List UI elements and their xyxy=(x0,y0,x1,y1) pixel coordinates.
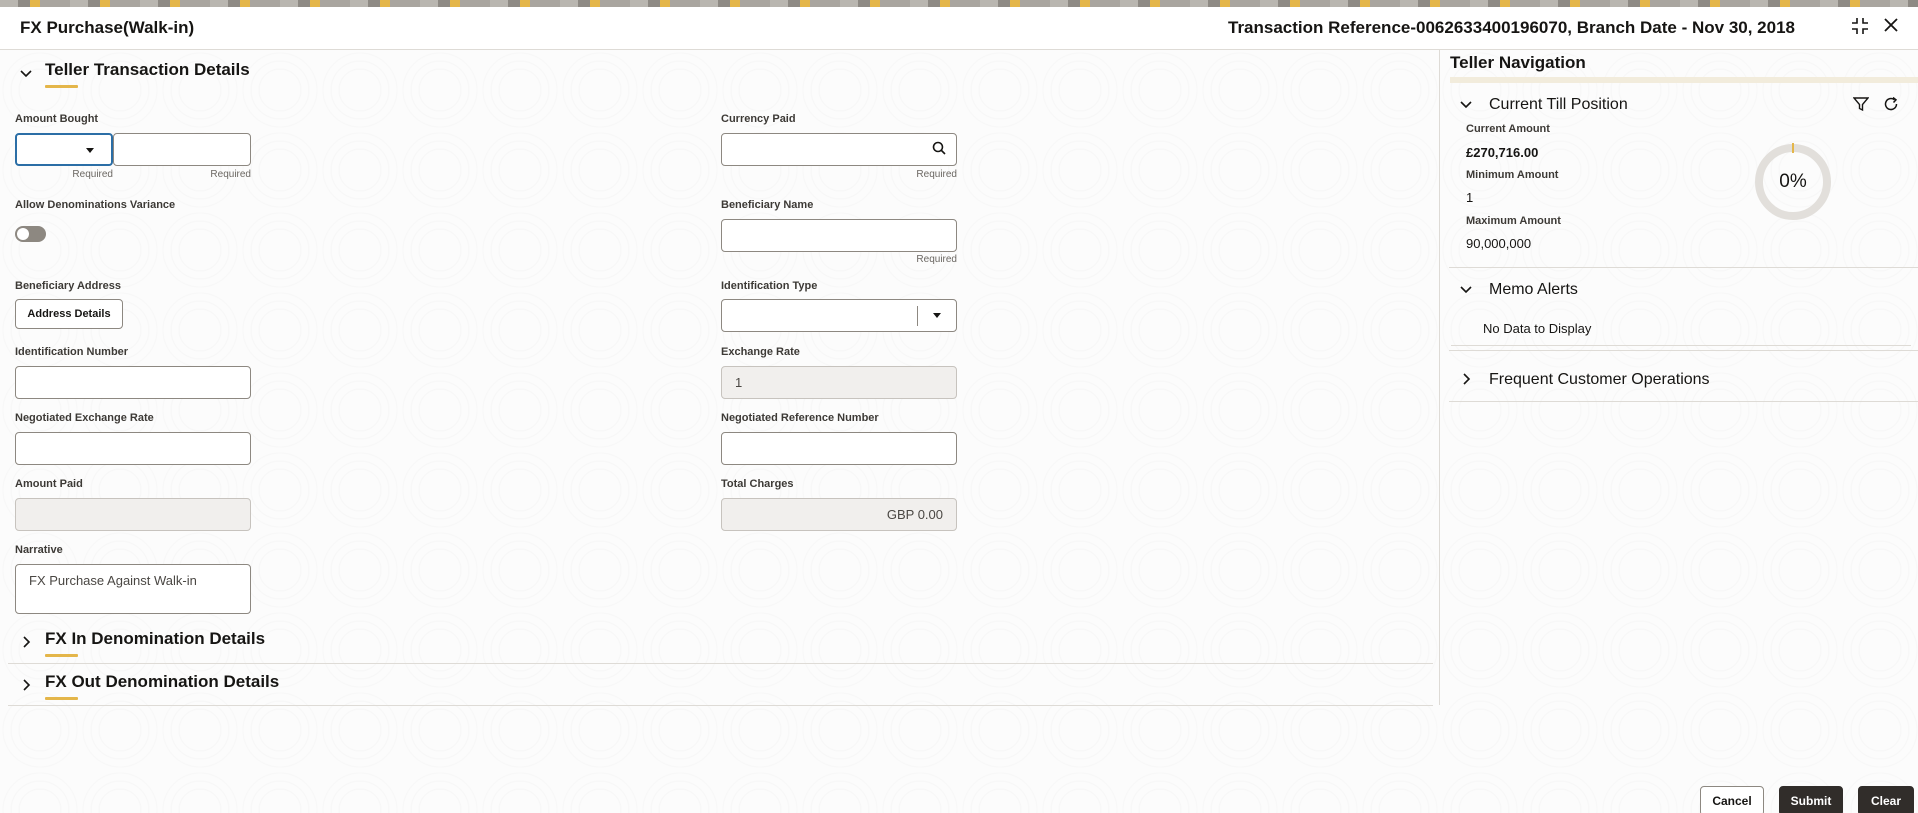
current-amount-value: £270,716.00 xyxy=(1466,145,1539,160)
allow-variance-label: Allow Denominations Variance xyxy=(15,199,176,211)
identification-type-label: Identification Type xyxy=(721,280,818,292)
chevron-right-icon[interactable] xyxy=(1458,372,1474,389)
required-hint: Required xyxy=(916,169,957,180)
collapse-icon[interactable] xyxy=(1849,16,1871,38)
amount-paid-label: Amount Paid xyxy=(15,478,83,490)
negotiated-reference-number-input[interactable] xyxy=(721,432,957,465)
teller-navigation-bar xyxy=(1450,77,1918,83)
total-charges-label: Total Charges xyxy=(721,478,794,490)
negotiated-reference-number-label: Negotiated Reference Number xyxy=(721,412,879,424)
minimum-amount-label: Minimum Amount xyxy=(1466,169,1559,181)
group-title: Memo Alerts xyxy=(1489,281,1578,298)
group-title: Current Till Position xyxy=(1489,96,1628,113)
refresh-icon[interactable] xyxy=(1881,96,1901,117)
teller-navigation-title: Teller Navigation xyxy=(1450,53,1586,72)
chevron-down-icon[interactable] xyxy=(18,66,34,83)
negotiated-exchange-rate-input[interactable] xyxy=(15,432,251,465)
identification-number-input[interactable] xyxy=(15,366,251,399)
section-fx-out-denomination[interactable]: FX Out Denomination Details xyxy=(14,672,1434,706)
toggle-knob xyxy=(17,228,29,240)
chevron-down-icon[interactable] xyxy=(1458,97,1474,114)
amount-bought-label: Amount Bought xyxy=(15,113,99,125)
exchange-rate-label: Exchange Rate xyxy=(721,346,800,358)
amount-bought-currency-select[interactable] xyxy=(15,133,113,166)
chevron-right-icon[interactable] xyxy=(18,678,34,695)
search-icon[interactable] xyxy=(932,135,946,166)
address-details-button[interactable]: Address Details xyxy=(15,299,123,329)
memo-empty-message: No Data to Display xyxy=(1483,321,1592,336)
frequent-customer-operations-header[interactable]: Frequent Customer Operations xyxy=(1450,370,1910,394)
close-icon[interactable] xyxy=(1880,16,1902,38)
minimum-amount-value: 1 xyxy=(1466,190,1474,205)
till-usage-percent: 0% xyxy=(1779,171,1807,192)
main-panel: Teller Transaction Details Amount Bought… xyxy=(0,50,1440,706)
group-divider xyxy=(1451,345,1911,346)
required-hint: Required xyxy=(72,169,113,180)
chevron-down-icon[interactable] xyxy=(1458,282,1474,299)
select-divider xyxy=(917,306,918,326)
chevron-right-icon[interactable] xyxy=(18,635,34,652)
maximum-amount-label: Maximum Amount xyxy=(1466,215,1561,227)
section-divider xyxy=(8,663,1433,664)
allow-variance-toggle[interactable] xyxy=(15,226,46,242)
section-fx-in-denomination[interactable]: FX In Denomination Details xyxy=(14,629,1434,663)
top-decor-strip xyxy=(0,0,1918,7)
filter-icon[interactable] xyxy=(1851,96,1871,117)
cancel-button[interactable]: Cancel xyxy=(1700,786,1764,813)
currency-paid-label: Currency Paid xyxy=(721,113,796,125)
caret-down-icon xyxy=(85,135,95,166)
amount-bought-input[interactable] xyxy=(113,133,251,166)
currency-paid-input[interactable] xyxy=(721,133,957,166)
section-teller-transaction-details[interactable]: Teller Transaction Details xyxy=(14,60,1434,94)
identification-type-select[interactable] xyxy=(721,299,957,332)
section-title: FX In Denomination Details xyxy=(45,629,266,648)
total-charges-field: GBP 0.00 xyxy=(721,498,957,531)
current-amount-label: Current Amount xyxy=(1466,123,1550,135)
group-divider xyxy=(1449,350,1918,351)
page-title: FX Purchase(Walk-in) xyxy=(20,18,195,37)
beneficiary-address-label: Beneficiary Address xyxy=(15,280,121,292)
narrative-label: Narrative xyxy=(15,544,63,556)
clear-button[interactable]: Clear xyxy=(1858,786,1914,813)
section-title: FX Out Denomination Details xyxy=(45,672,280,691)
transaction-reference: Transaction Reference-0062633400196070, … xyxy=(1228,18,1795,37)
required-hint: Required xyxy=(210,169,251,180)
teller-navigation-panel: Teller Navigation Current Till Position … xyxy=(1441,50,1918,705)
amount-paid-field xyxy=(15,498,251,531)
group-divider xyxy=(1449,267,1918,268)
required-hint: Required xyxy=(916,254,957,265)
negotiated-exchange-rate-label: Negotiated Exchange Rate xyxy=(15,412,154,424)
identification-number-label: Identification Number xyxy=(15,346,129,358)
beneficiary-name-label: Beneficiary Name xyxy=(721,199,814,211)
narrative-textarea[interactable]: FX Purchase Against Walk-in xyxy=(15,564,251,614)
section-underline xyxy=(45,654,78,657)
maximum-amount-value: 90,000,000 xyxy=(1466,236,1532,251)
section-divider xyxy=(8,705,1433,706)
section-underline xyxy=(45,697,78,700)
section-underline xyxy=(45,85,78,88)
exchange-rate-field: 1 xyxy=(721,366,957,399)
beneficiary-name-input[interactable] xyxy=(721,219,957,252)
section-title: Teller Transaction Details xyxy=(45,60,250,79)
group-divider xyxy=(1449,401,1918,402)
group-title: Frequent Customer Operations xyxy=(1489,371,1710,388)
current-till-position-header[interactable]: Current Till Position xyxy=(1450,95,1910,119)
memo-alerts-header[interactable]: Memo Alerts xyxy=(1450,280,1910,304)
page-header: FX Purchase(Walk-in) Transaction Referen… xyxy=(0,7,1918,50)
caret-down-icon xyxy=(932,300,942,331)
submit-button[interactable]: Submit xyxy=(1779,786,1843,813)
